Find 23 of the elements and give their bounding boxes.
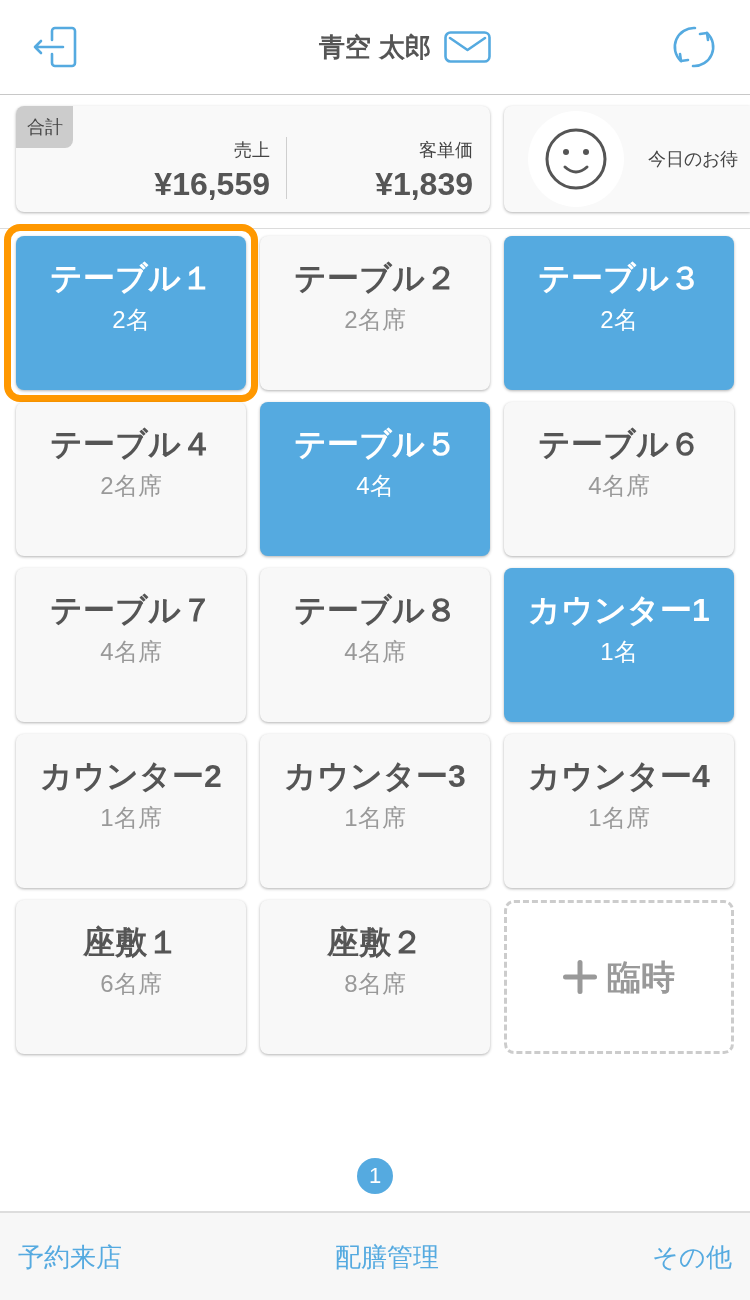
- table-tile[interactable]: カウンター4 1名席: [504, 734, 734, 888]
- table-tile[interactable]: カウンター3 1名席: [260, 734, 490, 888]
- table-tile[interactable]: テーブル６ 4名席: [504, 402, 734, 556]
- metric-label: 売上: [234, 139, 270, 161]
- waiting-text: 今日のお待: [648, 148, 738, 171]
- table-tile[interactable]: テーブル２ 2名席: [260, 236, 490, 390]
- table-tile[interactable]: 座敷２ 8名席: [260, 900, 490, 1054]
- metric-value: ¥16,559: [154, 166, 270, 202]
- envelope-icon[interactable]: [443, 31, 491, 63]
- table-tile[interactable]: テーブル８ 4名席: [260, 568, 490, 722]
- total-badge: 合計: [16, 106, 73, 148]
- table-tile[interactable]: テーブル４ 2名席: [16, 402, 246, 556]
- table-tile[interactable]: テーブル７ 4名席: [16, 568, 246, 722]
- metric-value: ¥1,839: [375, 166, 473, 202]
- refresh-icon[interactable]: [671, 25, 717, 69]
- user-name-title: 青空 太郎: [319, 31, 431, 63]
- plus-icon: [563, 960, 597, 994]
- table-tile[interactable]: 座敷１ 6名席: [16, 900, 246, 1054]
- page-indicator: 1: [357, 1158, 393, 1194]
- metric-label: 客単価: [419, 139, 473, 161]
- exit-icon[interactable]: [32, 26, 78, 68]
- smiley-icon: [528, 111, 624, 207]
- table-tile[interactable]: カウンター2 1名席: [16, 734, 246, 888]
